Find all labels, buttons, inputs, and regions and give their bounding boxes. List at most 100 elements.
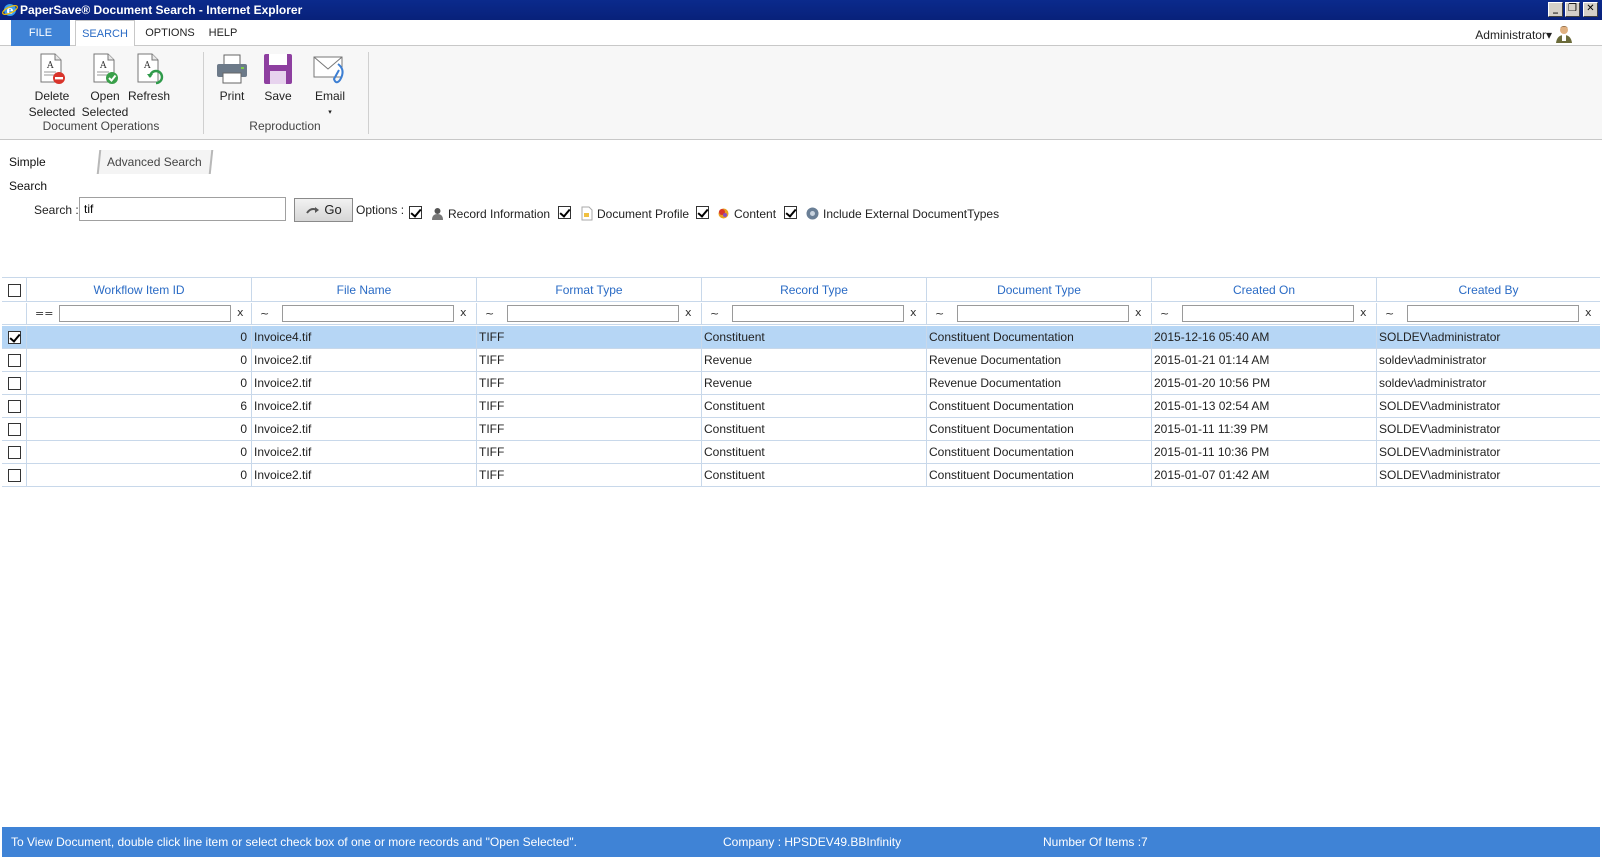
record-information-checkbox[interactable] bbox=[409, 206, 422, 219]
search-input[interactable] bbox=[79, 197, 286, 221]
filter-input-created-by[interactable] bbox=[1407, 305, 1579, 322]
email-label: Email bbox=[314, 89, 345, 103]
row-checkbox[interactable] bbox=[8, 400, 21, 413]
filter-clear-icon[interactable]: x bbox=[460, 306, 467, 319]
filter-operator[interactable]: ~ bbox=[1160, 307, 1169, 320]
filter-input-format-type[interactable] bbox=[507, 305, 679, 322]
open-selected-button[interactable]: A Open Selected bbox=[80, 52, 130, 120]
filter-created-by: ~ x bbox=[1377, 303, 1600, 325]
row-checkbox[interactable] bbox=[8, 469, 21, 482]
filter-row: == x ~ x ~ x ~ x ~ x ~ x ~ x bbox=[2, 303, 1600, 325]
row-checkbox[interactable] bbox=[8, 354, 21, 367]
filter-operator[interactable]: ~ bbox=[485, 307, 494, 320]
cell-document-type: Constituent Documentation bbox=[927, 395, 1152, 417]
filter-operator[interactable]: ~ bbox=[1385, 307, 1394, 320]
cell-document-type: Revenue Documentation bbox=[927, 349, 1152, 371]
table-row[interactable]: 0 Invoice2.tif TIFF Constituent Constituent … bbox=[2, 441, 1600, 464]
cell-record-type: Constituent bbox=[702, 326, 927, 348]
tab-simple-search[interactable]: Simple Search bbox=[9, 150, 47, 193]
cell-created-on: 2015-01-11 11:39 PM bbox=[1152, 418, 1377, 440]
table-row[interactable]: 6 Invoice2.tif TIFF Constituent Constituent … bbox=[2, 395, 1600, 418]
table-row[interactable]: 0 Invoice2.tif TIFF Constituent Constituent … bbox=[2, 418, 1600, 441]
column-header-record-type[interactable]: Record Type bbox=[702, 278, 927, 302]
filter-clear-icon[interactable]: x bbox=[1360, 306, 1367, 319]
filter-input-record-type[interactable] bbox=[732, 305, 904, 322]
close-button[interactable]: ✕ bbox=[1583, 2, 1598, 17]
filter-input-file-name[interactable] bbox=[282, 305, 454, 322]
go-button[interactable]: Go bbox=[294, 198, 353, 222]
row-checkbox[interactable] bbox=[8, 446, 21, 459]
menu-options[interactable]: OPTIONS bbox=[141, 20, 199, 46]
row-checkbox[interactable] bbox=[8, 377, 21, 390]
email-icon bbox=[313, 56, 344, 84]
column-header-created-by[interactable]: Created By bbox=[1377, 278, 1600, 302]
filter-workflow-item-id: == x bbox=[27, 303, 252, 325]
table-row[interactable]: 0 Invoice2.tif TIFF Constituent Constituent … bbox=[2, 464, 1600, 487]
select-all-cell bbox=[2, 278, 27, 302]
filter-clear-icon[interactable]: x bbox=[685, 306, 692, 319]
column-header-file-name[interactable]: File Name bbox=[252, 278, 477, 302]
cell-workflow-item-id: 0 bbox=[27, 418, 252, 440]
menu-file[interactable]: FILE bbox=[11, 20, 70, 46]
filter-clear-icon[interactable]: x bbox=[1135, 306, 1142, 319]
table-row[interactable]: 0 Invoice4.tif TIFF Constituent Constituent … bbox=[2, 326, 1600, 349]
filter-input-document-type[interactable] bbox=[957, 305, 1129, 322]
cell-created-by: soldev\administrator bbox=[1379, 353, 1487, 367]
filter-clear-icon[interactable]: x bbox=[1585, 306, 1592, 319]
search-label: Search : bbox=[34, 203, 79, 217]
filter-file-name: ~ x bbox=[252, 303, 477, 325]
filter-operator[interactable]: ~ bbox=[260, 307, 269, 320]
select-all-checkbox[interactable] bbox=[8, 284, 21, 297]
filter-operator[interactable]: == bbox=[35, 307, 53, 320]
filter-clear-icon[interactable]: x bbox=[237, 306, 244, 319]
content-checkbox[interactable] bbox=[696, 206, 709, 219]
refresh-button[interactable]: A Refresh bbox=[126, 52, 172, 104]
save-button[interactable]: Save bbox=[258, 52, 298, 104]
filter-input-created-on[interactable] bbox=[1182, 305, 1354, 322]
document-profile-checkbox[interactable] bbox=[558, 206, 571, 219]
email-button[interactable]: Email ▾ bbox=[308, 52, 352, 121]
cell-created-by: SOLDEV\administrator bbox=[1379, 445, 1501, 459]
restore-button[interactable]: ❐ bbox=[1565, 2, 1580, 17]
table-row[interactable]: 0 Invoice2.tif TIFF Revenue Revenue Document… bbox=[2, 349, 1600, 372]
row-checkbox[interactable] bbox=[8, 423, 21, 436]
svg-text:A: A bbox=[143, 61, 151, 71]
column-header-document-type[interactable]: Document Type bbox=[927, 278, 1152, 302]
tab-advanced-search[interactable]: Advanced Search bbox=[96, 150, 214, 174]
menu-help[interactable]: HELP bbox=[203, 20, 243, 46]
cell-created-on: 2015-01-21 01:14 AM bbox=[1152, 349, 1377, 371]
cell-record-type: Constituent bbox=[702, 441, 927, 463]
column-header-workflow-item-id[interactable]: Workflow Item ID bbox=[27, 278, 252, 302]
filter-document-type: ~ x bbox=[927, 303, 1152, 325]
cell-document-type: Revenue Documentation bbox=[927, 372, 1152, 394]
column-header-created-on[interactable]: Created On bbox=[1152, 278, 1377, 302]
user-menu[interactable]: Administrator▾ bbox=[1475, 28, 1552, 42]
grid-header: Workflow Item ID File Name Format Type R… bbox=[2, 278, 1600, 302]
cell-workflow-item-id: 0 bbox=[27, 464, 252, 486]
cell-document-type: Constituent Documentation bbox=[927, 418, 1152, 440]
cell-format-type: TIFF bbox=[477, 395, 702, 417]
include-external-label: Include External DocumentTypes bbox=[823, 207, 1000, 221]
delete-selected-button[interactable]: A Delete Selected bbox=[26, 52, 78, 120]
minimize-button[interactable]: _ bbox=[1548, 2, 1563, 17]
content-icon bbox=[718, 208, 729, 219]
column-header-format-type[interactable]: Format Type bbox=[477, 278, 702, 302]
filter-clear-icon[interactable]: x bbox=[910, 306, 917, 319]
filter-operator[interactable]: ~ bbox=[710, 307, 719, 320]
cell-created-by: soldev\administrator bbox=[1379, 376, 1487, 390]
cell-created-by: SOLDEV\administrator bbox=[1379, 399, 1501, 413]
filter-operator[interactable]: ~ bbox=[935, 307, 944, 320]
filter-input-workflow-item-id[interactable] bbox=[59, 305, 231, 322]
printer-icon bbox=[217, 54, 247, 84]
record-information-label: Record Information bbox=[448, 207, 551, 221]
print-button[interactable]: Print bbox=[212, 52, 252, 104]
include-external-checkbox[interactable] bbox=[784, 206, 797, 219]
user-avatar-icon[interactable] bbox=[1553, 24, 1575, 44]
delete-selected-label-line1: Delete bbox=[34, 89, 70, 103]
table-row[interactable]: 0 Invoice2.tif TIFF Revenue Revenue Document… bbox=[2, 372, 1600, 395]
cell-created-on: 2015-12-16 05:40 AM bbox=[1152, 326, 1377, 348]
open-document-icon: A bbox=[93, 53, 118, 84]
menu-search[interactable]: SEARCH bbox=[75, 20, 135, 47]
row-checkbox[interactable] bbox=[8, 331, 21, 344]
cell-workflow-item-id: 6 bbox=[27, 395, 252, 417]
